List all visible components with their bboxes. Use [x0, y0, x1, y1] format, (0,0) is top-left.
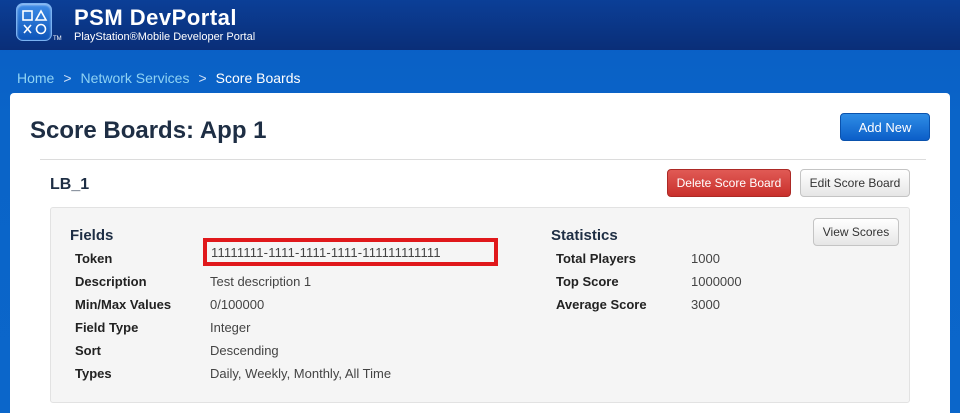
page-title: Score Boards: App 1 — [30, 117, 267, 144]
breadcrumb-separator: > — [63, 70, 72, 86]
score-boards-card: Score Boards: App 1 Add New LB_1 Delete … — [10, 93, 950, 413]
field-label-sort: Sort — [75, 343, 101, 358]
brand-title[interactable]: PSM DevPortal — [74, 5, 237, 31]
field-value-field-type: Integer — [210, 320, 251, 335]
view-scores-button[interactable]: View Scores — [813, 218, 899, 246]
statistics-heading: Statistics — [551, 227, 618, 244]
breadcrumb: Home > Network Services > Score Boards — [17, 70, 300, 86]
top-header: TM PSM DevPortal PlayStation®Mobile Deve… — [0, 0, 960, 50]
leaderboard-name: LB_1 — [50, 176, 90, 193]
field-label-token: Token — [75, 251, 113, 266]
field-label-description: Description — [75, 274, 147, 289]
brand-subtitle: PlayStation®Mobile Developer Portal — [74, 31, 256, 43]
trademark-mark: TM — [53, 36, 62, 42]
breadcrumb-current: Score Boards — [215, 70, 301, 86]
stat-value-total-players: 1000 — [691, 251, 720, 266]
token-highlight-box: 11111111-1111-1111-1111-111111111111 — [203, 238, 498, 266]
playstation-shapes-icon — [22, 9, 48, 35]
stat-value-top-score: 1000000 — [691, 274, 742, 289]
field-value-min-max: 0/100000 — [210, 297, 265, 312]
breadcrumb-network-services-link[interactable]: Network Services — [81, 70, 190, 86]
delete-score-board-button[interactable]: Delete Score Board — [667, 169, 791, 197]
add-new-button[interactable]: Add New — [840, 113, 930, 141]
breadcrumb-home-link[interactable]: Home — [17, 70, 54, 86]
divider — [40, 159, 926, 160]
field-value-types: Daily, Weekly, Monthly, All Time — [210, 366, 392, 381]
field-value-description: Test description 1 — [210, 274, 312, 289]
breadcrumb-separator: > — [198, 70, 207, 86]
stat-value-average-score: 3000 — [691, 297, 720, 312]
field-label-field-type: Field Type — [75, 320, 139, 335]
field-label-types: Types — [75, 366, 112, 381]
edit-score-board-button[interactable]: Edit Score Board — [800, 169, 910, 197]
token-value: 11111111-1111-1111-1111-111111111111 — [211, 245, 441, 260]
playstation-logo-icon[interactable] — [16, 3, 52, 41]
field-value-sort: Descending — [210, 343, 279, 358]
leaderboard-details-panel: View Scores Fields Token 11111111-1111-1… — [50, 207, 910, 403]
fields-heading: Fields — [70, 227, 114, 244]
stat-label-top-score: Top Score — [556, 274, 619, 289]
stat-label-average-score: Average Score — [556, 297, 647, 312]
stat-label-total-players: Total Players — [556, 251, 636, 266]
field-label-min-max: Min/Max Values — [75, 297, 172, 312]
